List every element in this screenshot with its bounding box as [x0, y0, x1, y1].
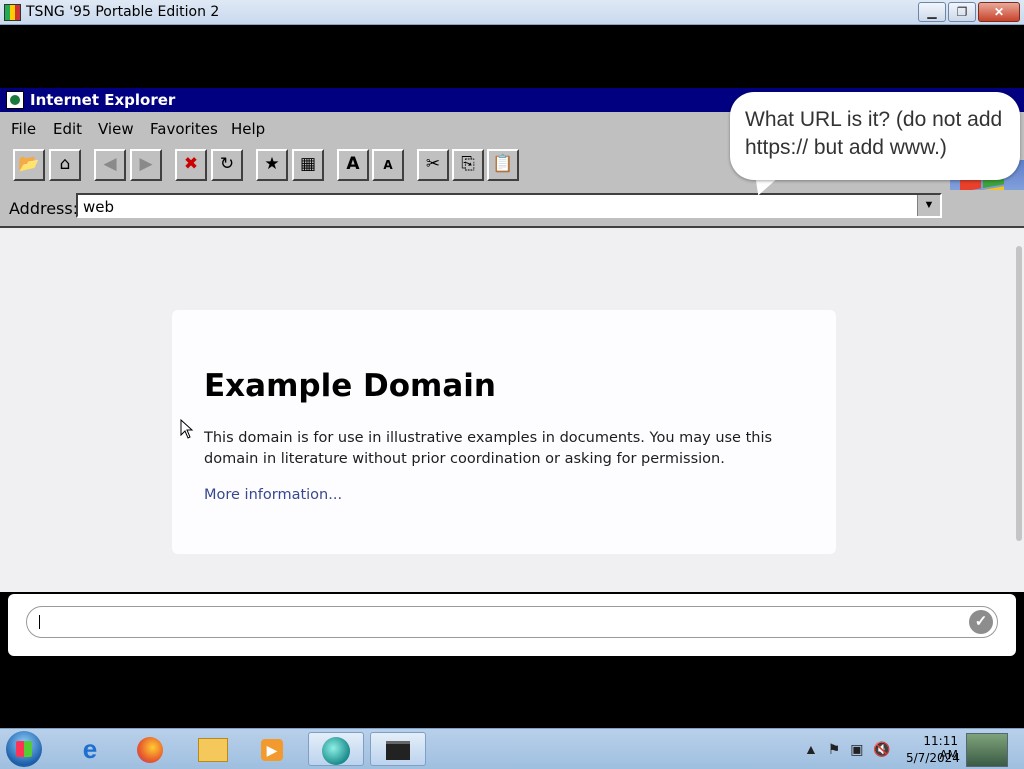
menu-view[interactable]: View	[98, 120, 134, 138]
question-text: What URL is it? (do not add https:// but…	[745, 108, 1003, 159]
address-dropdown-icon[interactable]: ▼	[917, 195, 940, 216]
menu-file[interactable]: File	[11, 120, 36, 138]
address-input[interactable]: web ▼	[76, 193, 942, 218]
action-center-flag-icon[interactable]: ⚑	[828, 741, 841, 757]
font-larger-icon[interactable]: A	[337, 149, 369, 181]
back-icon[interactable]: ◀	[94, 149, 126, 181]
tray-expand-icon[interactable]: ▲	[804, 741, 818, 757]
page-body-text: This domain is for use in illustrative e…	[204, 430, 773, 467]
outer-window-title: TSNG '95 Portable Edition 2	[26, 4, 220, 20]
ie-addressbar: Address: web ▼	[0, 190, 1024, 228]
address-label: Address:	[9, 199, 79, 218]
cut-icon[interactable]: ✂	[417, 149, 449, 181]
favorites-folder-icon[interactable]: ★	[256, 149, 288, 181]
internet-explorer-taskbar-icon[interactable]: e	[62, 732, 118, 766]
restore-button[interactable]: ❐	[948, 2, 976, 22]
stop-icon[interactable]: ✖	[175, 149, 207, 181]
clock-date[interactable]: 5/7/2024	[906, 751, 960, 765]
open-folder-icon[interactable]: 📂	[13, 149, 45, 181]
ie-window-title: Internet Explorer	[30, 91, 176, 109]
menu-favorites[interactable]: Favorites	[150, 120, 218, 138]
page-heading: Example Domain	[204, 368, 496, 404]
vertical-scrollbar[interactable]	[1015, 228, 1024, 592]
game-window-taskbar-icon[interactable]	[370, 732, 426, 766]
window-controls: ▁ ❐ ✕	[916, 2, 1020, 22]
add-favorite-icon[interactable]: ▦	[292, 149, 324, 181]
app-icon	[4, 4, 21, 21]
mouse-cursor-icon	[180, 419, 194, 439]
more-information-link[interactable]: More information...	[204, 487, 342, 503]
outer-window-titlebar: TSNG '95 Portable Edition 2 ▁ ❐ ✕	[0, 0, 1024, 25]
ie-window-icon	[6, 91, 24, 109]
menu-edit[interactable]: Edit	[53, 120, 82, 138]
menu-help[interactable]: Help	[231, 120, 265, 138]
firefox-taskbar-icon[interactable]	[122, 732, 178, 766]
copy-icon[interactable]: ⎘	[452, 149, 484, 181]
file-explorer-taskbar-icon[interactable]	[185, 732, 241, 766]
example-domain-card: Example Domain This domain is for use in…	[172, 310, 836, 554]
address-value: web	[83, 198, 115, 216]
answer-panel: ✓	[8, 594, 1016, 656]
answer-input[interactable]: ✓	[26, 606, 998, 638]
media-player-taskbar-icon[interactable]: ▶	[244, 732, 300, 766]
question-bubble: What URL is it? (do not add https:// but…	[730, 92, 1020, 180]
page-viewport: Example Domain This domain is for use in…	[0, 228, 1024, 592]
tsng-taskbar-icon[interactable]	[308, 732, 364, 766]
font-smaller-icon[interactable]: A	[372, 149, 404, 181]
forward-icon[interactable]: ▶	[130, 149, 162, 181]
text-caret	[39, 615, 40, 629]
volume-muted-icon[interactable]: 🔇	[873, 741, 890, 757]
scrollbar-thumb[interactable]	[1016, 246, 1022, 541]
show-desktop-button[interactable]	[966, 733, 1008, 767]
paste-icon[interactable]: 📋	[487, 149, 519, 181]
taskbar: e ▶ ▲ ⚑ ▣ 🔇 11:11 AM 5/7/2024	[0, 728, 1024, 769]
close-button[interactable]: ✕	[978, 2, 1020, 22]
start-button[interactable]	[6, 731, 42, 767]
minimize-button[interactable]: ▁	[918, 2, 946, 22]
system-tray-icons: ▲ ⚑ ▣ 🔇	[804, 741, 894, 758]
refresh-icon[interactable]: ↻	[211, 149, 243, 181]
home-icon[interactable]: ⌂	[49, 149, 81, 181]
network-icon[interactable]: ▣	[850, 741, 863, 757]
submit-check-icon[interactable]: ✓	[969, 610, 993, 634]
